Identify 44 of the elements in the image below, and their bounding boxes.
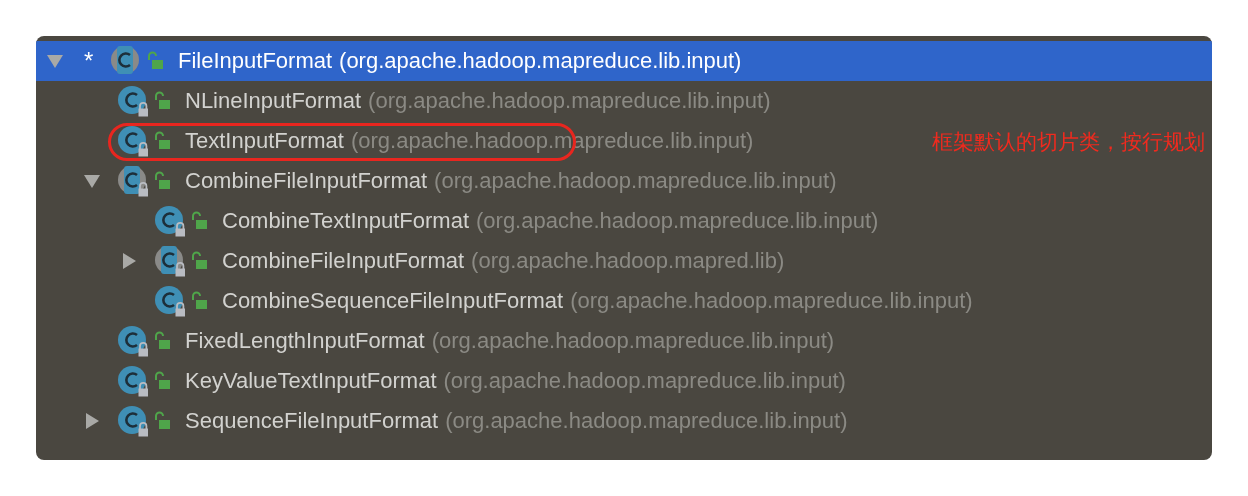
package-name: (org.apache.hadoop.mapreduce.lib.input) — [445, 408, 848, 434]
tree-row[interactable]: CombineFileInputFormat (org.apache.hadoop.mapreduce.lib.input) — [36, 161, 1212, 201]
package-name: (org.apache.hadoop.mapreduce.lib.input) — [476, 208, 879, 234]
package-name: (org.apache.hadoop.mapreduce.lib.input) — [339, 48, 742, 74]
tree-row[interactable]: CombineTextInputFormat (org.apache.hadoop.mapreduce.lib.input) — [36, 201, 1212, 241]
tree-row[interactable]: FixedLengthInputFormat (org.apache.hadoop.mapreduce.lib.input) — [36, 321, 1212, 361]
tree-row[interactable]: CombineSequenceFileInputFormat (org.apache.hadoop.mapreduce.lib.input) — [36, 281, 1212, 321]
open-lock-icon — [153, 411, 173, 431]
annotation-text: 框架默认的切片类，按行规划 — [932, 129, 1205, 156]
open-lock-icon — [190, 251, 210, 271]
class-name: CombineSequenceFileInputFormat — [222, 288, 564, 314]
modified-marker: * — [84, 47, 95, 75]
tree-row[interactable]: NLineInputFormat (org.apache.hadoop.mapreduce.lib.input) — [36, 81, 1212, 121]
class-name: CombineFileInputFormat — [185, 168, 428, 194]
package-name: (org.apache.hadoop.mapreduce.lib.input) — [434, 168, 837, 194]
class-name: CombineFileInputFormat — [222, 248, 465, 274]
tree-row[interactable]: * FileInputFormat (org.apache.hadoop.mapreduce.lib.input) — [36, 41, 1212, 81]
open-lock-icon — [190, 211, 210, 231]
open-lock-icon — [146, 51, 166, 71]
open-lock-icon — [153, 91, 173, 111]
collapse-arrow-icon[interactable] — [46, 52, 64, 70]
expand-arrow-icon[interactable] — [120, 252, 138, 270]
package-name: (org.apache.hadoop.mapred.lib) — [471, 248, 785, 274]
package-name: (org.apache.hadoop.mapreduce.lib.input) — [368, 88, 771, 114]
open-lock-icon — [153, 131, 173, 151]
open-lock-icon — [153, 331, 173, 351]
expand-arrow-icon[interactable] — [83, 412, 101, 430]
package-name: (org.apache.hadoop.mapreduce.lib.input) — [570, 288, 973, 314]
class-name: TextInputFormat — [185, 128, 344, 154]
package-name: (org.apache.hadoop.mapreduce.lib.input) — [431, 328, 835, 354]
class-name: NLineInputFormat — [185, 88, 362, 114]
class-name: FixedLengthInputFormat — [185, 328, 425, 354]
tree-row[interactable]: KeyValueTextInputFormat (org.apache.hadoop.mapreduce.lib.input) — [36, 361, 1212, 401]
tree-row[interactable]: SequenceFileInputFormat (org.apache.hadoop.mapreduce.lib.input) — [36, 401, 1212, 441]
open-lock-icon — [190, 291, 210, 311]
class-name: CombineTextInputFormat — [222, 208, 469, 234]
class-name: SequenceFileInputFormat — [185, 408, 439, 434]
class-name: FileInputFormat — [178, 48, 333, 74]
open-lock-icon — [153, 171, 173, 191]
class-name: KeyValueTextInputFormat — [185, 368, 437, 394]
tree-row[interactable]: CombineFileInputFormat (org.apache.hadoop.mapred.lib) — [36, 241, 1212, 281]
collapse-arrow-icon[interactable] — [83, 172, 101, 190]
open-lock-icon — [153, 371, 173, 391]
package-name: (org.apache.hadoop.mapreduce.lib.input) — [443, 368, 846, 394]
